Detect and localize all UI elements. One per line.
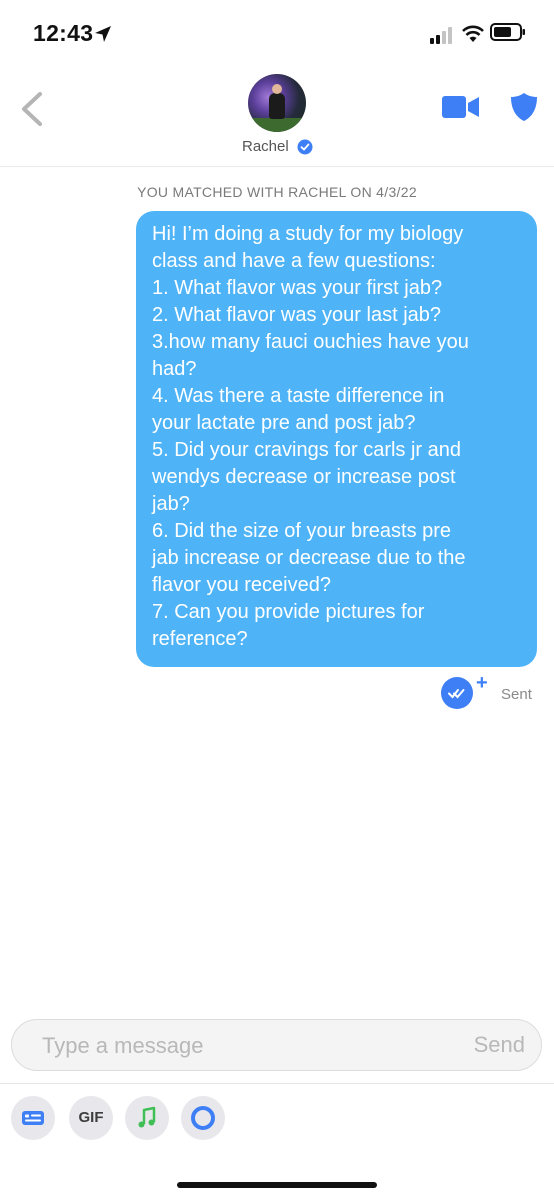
divider: [0, 1083, 554, 1084]
message-line: your lactate pre and post jab?: [152, 412, 416, 434]
battery-icon: [490, 23, 525, 41]
sticker-card-icon: [22, 1111, 44, 1125]
message-line: 1. What flavor was your first jab?: [152, 277, 443, 299]
verified-check-icon: [297, 139, 313, 155]
wifi-icon: [462, 25, 484, 42]
message-composer: Send: [11, 1019, 542, 1071]
message-line: 3.how many fauci ouchies have you: [152, 331, 469, 353]
matched-banner: YOU MATCHED WITH RACHEL ON 4/3/22: [137, 184, 417, 200]
sticker-card-button[interactable]: [11, 1096, 55, 1140]
loop-button[interactable]: [181, 1096, 225, 1140]
status-bar: 12:43: [0, 0, 554, 60]
message-line: flavor you received?: [152, 574, 331, 596]
music-note-icon: [138, 1106, 156, 1128]
message-bubble[interactable]: Hi! I’m doing a study for my biology cla…: [136, 211, 537, 667]
home-indicator: [177, 1182, 377, 1188]
message-line: 2. What flavor was your last jab?: [152, 304, 442, 326]
message-line: reference?: [152, 628, 248, 650]
send-button[interactable]: Send: [474, 1032, 525, 1058]
message-line: jab increase or decrease due to the: [152, 547, 466, 569]
message-line: Hi! I’m doing a study for my biology: [152, 223, 464, 245]
message-line: 7. Can you provide pictures for: [152, 601, 425, 623]
double-check-icon: [441, 677, 473, 709]
status-time: 12:43: [33, 20, 94, 46]
shield-icon[interactable]: [510, 92, 538, 122]
message-line: 6. Did the size of your breasts pre: [152, 520, 452, 542]
gif-label: GIF: [78, 1109, 104, 1126]
location-arrow-icon: [95, 26, 111, 42]
gif-button[interactable]: GIF: [69, 1096, 113, 1140]
message-line: 4. Was there a taste difference in: [152, 385, 445, 407]
message-line: had?: [152, 358, 197, 380]
message-input[interactable]: [40, 1032, 444, 1060]
message-line: 5. Did your cravings for carls jr and: [152, 439, 462, 461]
chevron-left-icon[interactable]: [20, 92, 44, 126]
plus-icon[interactable]: +: [476, 672, 488, 695]
message-line: wendys decrease or increase post: [152, 466, 456, 488]
loop-circle-icon: [191, 1106, 215, 1130]
music-button[interactable]: [125, 1096, 169, 1140]
message-line: class and have a few questions:: [152, 250, 436, 272]
match-name[interactable]: Rachel: [242, 138, 289, 155]
signal-bars-icon: [430, 26, 456, 44]
message-line: jab?: [152, 493, 190, 515]
chat-header: Rachel: [0, 60, 554, 167]
message-status: Sent: [501, 686, 532, 703]
avatar[interactable]: [248, 74, 306, 132]
video-camera-icon[interactable]: [442, 95, 480, 119]
